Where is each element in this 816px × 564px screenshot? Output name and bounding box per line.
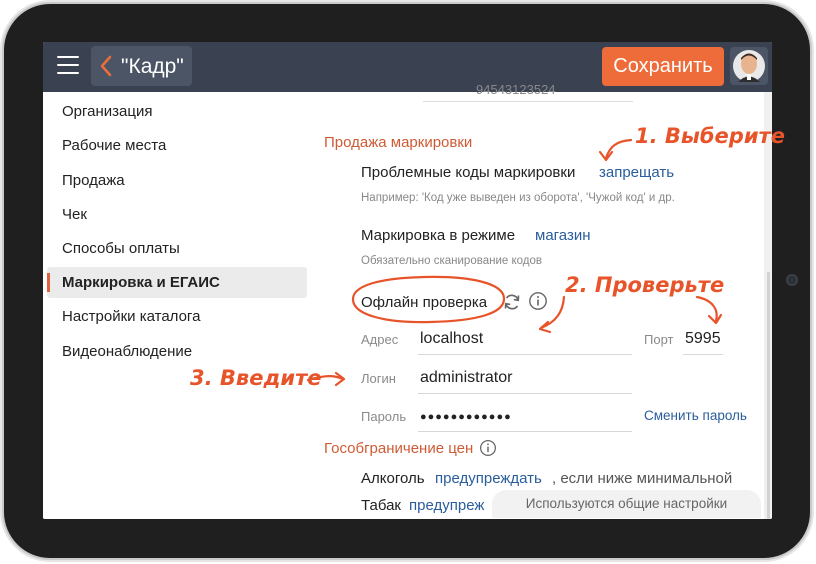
alcohol-select[interactable]: предупреждать (435, 470, 542, 487)
annotation-step1: 1. Выберите (635, 124, 785, 148)
back-button[interactable]: "Кадр" (91, 46, 192, 86)
mode-select[interactable]: магазин (535, 227, 591, 244)
problem-codes-hint: Например: 'Код уже выведен из оборота', … (361, 192, 675, 204)
annotation-step3: 3. Введите (190, 366, 322, 390)
problem-codes-label: Проблемные коды маркировки (361, 164, 576, 181)
password-input[interactable]: ●●●●●●●●●●●● (420, 407, 512, 427)
menu-icon[interactable] (57, 56, 79, 76)
sidebar-item-catalog-settings[interactable]: Настройки каталога (47, 301, 307, 332)
mode-label: Маркировка в режиме (361, 227, 516, 244)
address-underline (418, 354, 632, 355)
scrollbar[interactable] (767, 272, 770, 519)
store-title: "Кадр" (121, 55, 184, 78)
login-underline (418, 393, 632, 394)
port-label: Порт (644, 332, 674, 347)
avatar[interactable] (730, 47, 768, 85)
user-avatar-icon (733, 50, 765, 82)
address-label: Адрес (361, 332, 399, 347)
annotation-step2: 2. Проверьте (565, 273, 725, 297)
change-password-link[interactable]: Сменить пароль (644, 408, 747, 423)
tobacco-select[interactable]: предупреж (409, 497, 484, 514)
login-label: Логин (361, 371, 396, 386)
shared-settings-toast: Используются общие настройки (492, 490, 761, 518)
alcohol-label: Алкоголь (361, 470, 425, 487)
top-bar: "Кадр" Сохранить (43, 42, 772, 92)
alcohol-suffix: , если ниже минимальной (552, 470, 733, 487)
tobacco-label: Табак (361, 497, 401, 514)
problem-codes-select[interactable]: запрещать (599, 164, 674, 181)
section-price-limit: Гособграничение цен (324, 440, 474, 457)
price-limit-info-icon[interactable] (479, 439, 497, 457)
sidebar-item-payment-methods[interactable]: Способы оплаты (47, 233, 307, 264)
sidebar-item-sales[interactable]: Продажа (47, 165, 307, 196)
settings-card: 94543123524 Продажа маркировки Проблемны… (311, 82, 764, 519)
chevron-left-icon (100, 55, 112, 77)
login-input[interactable]: administrator (420, 369, 512, 387)
sidebar-item-video-surveillance[interactable]: Видеонаблюдение (47, 336, 307, 367)
port-underline (683, 354, 723, 355)
mode-hint: Обязательно сканирование кодов (361, 255, 542, 267)
section-marking-sale: Продажа маркировки (324, 134, 473, 151)
sidebar-item-workplaces[interactable]: Рабочие места (47, 130, 307, 161)
settings-sidebar: Организация Рабочие места Продажа Чек Сп… (43, 92, 311, 519)
save-button[interactable]: Сохранить (602, 47, 724, 86)
port-input[interactable]: 5995 (685, 330, 721, 348)
info-icon[interactable] (528, 291, 548, 311)
sidebar-item-receipt[interactable]: Чек (47, 199, 307, 230)
camera-dot (786, 274, 798, 286)
settings-content: 94543123524 Продажа маркировки Проблемны… (311, 82, 772, 519)
password-underline (418, 431, 632, 432)
partial-field-value: 94543123524 (476, 82, 556, 97)
offline-check-label: Офлайн проверка (361, 294, 488, 311)
password-label: Пароль (361, 409, 407, 424)
refresh-icon[interactable] (502, 292, 522, 312)
partial-field: 94543123524 (423, 82, 633, 102)
sidebar-item-marking-egais[interactable]: Маркировка и ЕГАИС (47, 267, 307, 298)
sidebar-item-organization[interactable]: Организация (47, 96, 307, 127)
address-input[interactable]: localhost (420, 330, 483, 348)
